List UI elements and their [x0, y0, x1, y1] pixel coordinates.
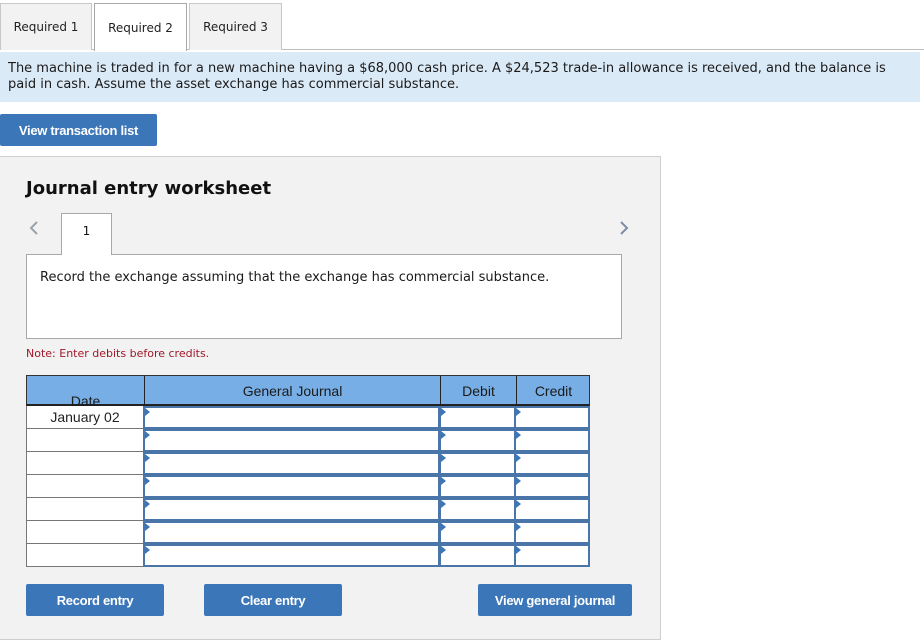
- journal-table-body: January 02: [26, 406, 590, 567]
- date-cell: [26, 498, 144, 521]
- table-row: [26, 475, 590, 498]
- debit-input[interactable]: [439, 429, 516, 452]
- credit-input[interactable]: [514, 452, 590, 475]
- dropdown-flag-icon: [441, 546, 446, 554]
- table-row: January 02: [26, 406, 590, 429]
- debit-input[interactable]: [439, 452, 516, 475]
- dropdown-flag-icon: [145, 546, 150, 554]
- dropdown-flag-icon: [145, 477, 150, 485]
- date-cell: [26, 429, 144, 452]
- debit-input[interactable]: [439, 544, 516, 567]
- chevron-left-icon: [29, 221, 38, 235]
- dropdown-flag-icon: [516, 523, 521, 531]
- next-entry-button[interactable]: [617, 219, 631, 237]
- credit-input[interactable]: [514, 475, 590, 498]
- clear-entry-button[interactable]: Clear entry: [204, 584, 342, 616]
- record-entry-button[interactable]: Record entry: [26, 584, 164, 616]
- debit-input[interactable]: [439, 475, 516, 498]
- dropdown-flag-icon: [516, 500, 521, 508]
- column-header-credit: Credit: [516, 376, 590, 405]
- account-input[interactable]: [143, 452, 440, 475]
- account-input[interactable]: [143, 498, 440, 521]
- dropdown-flag-icon: [516, 408, 521, 416]
- dropdown-flag-icon: [145, 523, 150, 531]
- tab-required-2[interactable]: Required 2: [94, 3, 187, 51]
- entry-tab-1[interactable]: 1: [61, 213, 112, 255]
- table-row: [26, 452, 590, 475]
- view-general-journal-button[interactable]: View general journal: [478, 584, 632, 616]
- dropdown-flag-icon: [516, 431, 521, 439]
- tab-required-3[interactable]: Required 3: [189, 3, 282, 50]
- table-row: [26, 498, 590, 521]
- account-input[interactable]: [143, 521, 440, 544]
- debit-input[interactable]: [439, 406, 516, 429]
- dropdown-flag-icon: [441, 523, 446, 531]
- credit-input[interactable]: [514, 521, 590, 544]
- column-header-date: Date: [70, 393, 101, 409]
- dropdown-flag-icon: [145, 431, 150, 439]
- debit-input[interactable]: [439, 498, 516, 521]
- problem-statement: The machine is traded in for a new machi…: [0, 52, 920, 102]
- table-row: [26, 429, 590, 452]
- account-input[interactable]: [143, 429, 440, 452]
- account-input[interactable]: [143, 475, 440, 498]
- dropdown-flag-icon: [516, 477, 521, 485]
- dropdown-flag-icon: [145, 454, 150, 462]
- note-text: Note: Enter debits before credits.: [26, 347, 210, 360]
- dropdown-flag-icon: [516, 546, 521, 554]
- date-cell: [26, 544, 144, 567]
- dropdown-flag-icon: [441, 431, 446, 439]
- dropdown-flag-icon: [441, 477, 446, 485]
- debit-input[interactable]: [439, 521, 516, 544]
- credit-input[interactable]: [514, 406, 590, 429]
- table-row: [26, 521, 590, 544]
- journal-table: Date General Journal Debit Credit Januar…: [26, 375, 590, 567]
- dropdown-flag-icon: [145, 408, 150, 416]
- column-header-debit: Debit: [440, 376, 516, 405]
- credit-input[interactable]: [514, 429, 590, 452]
- date-cell: [26, 475, 144, 498]
- table-row: [26, 544, 590, 567]
- dropdown-flag-icon: [441, 408, 446, 416]
- dropdown-flag-icon: [441, 454, 446, 462]
- tab-required-1[interactable]: Required 1: [0, 3, 92, 50]
- journal-table-header: Date General Journal Debit Credit: [26, 375, 590, 409]
- tab-bar: Required 1 Required 2 Required 3: [0, 0, 924, 51]
- chevron-right-icon: [620, 221, 629, 235]
- credit-input[interactable]: [514, 544, 590, 567]
- date-cell: [26, 452, 144, 475]
- view-transaction-list-button[interactable]: View transaction list: [0, 114, 157, 146]
- journal-entry-worksheet: Journal entry worksheet 1 Record the exc…: [0, 156, 661, 640]
- account-input[interactable]: [143, 544, 440, 567]
- worksheet-title: Journal entry worksheet: [26, 178, 272, 199]
- instruction-text: Record the exchange assuming that the ex…: [26, 254, 622, 339]
- date-cell: [26, 521, 144, 544]
- dropdown-flag-icon: [516, 454, 521, 462]
- date-cell: January 02: [26, 406, 144, 429]
- column-header-general-journal: General Journal: [144, 376, 440, 405]
- dropdown-flag-icon: [145, 500, 150, 508]
- account-input[interactable]: [143, 406, 440, 429]
- previous-entry-button[interactable]: [27, 219, 41, 237]
- credit-input[interactable]: [514, 498, 590, 521]
- dropdown-flag-icon: [441, 500, 446, 508]
